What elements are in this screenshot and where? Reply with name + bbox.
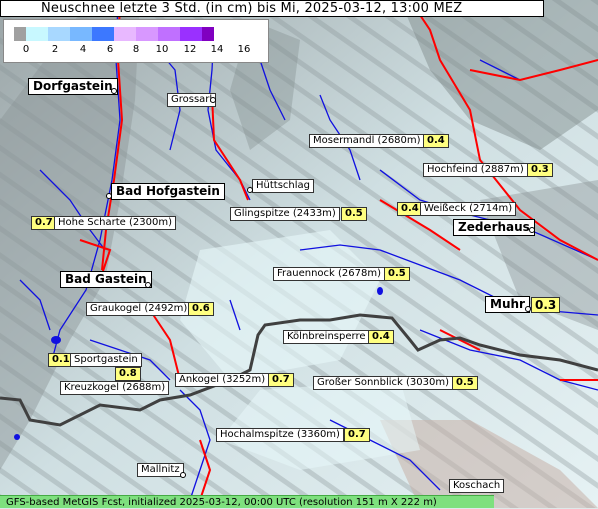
snow-value-hohe-scharte: 0.7 [31, 216, 57, 230]
place-label-koschach: Koschach [449, 479, 505, 493]
legend-cell [48, 27, 70, 41]
snow-value-koelnbreinsperre: 0.4 [368, 330, 394, 344]
place-label-glingspitze: Glingspitze (2433m) [230, 207, 340, 221]
location-marker [106, 193, 112, 199]
snow-value-hochfeind: 0.3 [527, 163, 553, 177]
location-marker [145, 282, 151, 288]
legend-cell [92, 27, 114, 41]
legend-cell [180, 27, 202, 41]
place-label-frauennock: Frauennock (2678m) [273, 267, 386, 281]
place-label-grosser-sonnblick: Großer Sonnblick (3030m) [313, 376, 454, 390]
legend: 0 2 4 6 8 10 12 14 16 [3, 19, 269, 63]
legend-tick: 16 [237, 44, 251, 55]
legend-tick: 4 [79, 44, 87, 55]
legend-tick: 14 [210, 44, 224, 55]
snow-value-glingspitze: 0.5 [341, 207, 367, 221]
legend-tick: 2 [51, 44, 59, 55]
place-label-ankogel: Ankogel (3252m) [175, 373, 270, 387]
place-label-huettschlag: Hüttschlag [252, 179, 314, 193]
place-label-hohe-scharte: Hohe Scharte (2300m) [54, 216, 176, 230]
place-label-weisseck: Weißeck (2714m) [420, 202, 517, 216]
snow-value-kreuzkogel: 0.8 [115, 367, 141, 381]
town-label-zederhaus: Zederhaus [453, 219, 535, 236]
legend-tick: 6 [106, 44, 114, 55]
snow-value-graukogel: 0.6 [188, 302, 214, 316]
location-marker [180, 472, 186, 478]
snow-value-mosermandl: 0.4 [423, 134, 449, 148]
legend-cell [202, 27, 214, 41]
location-marker [111, 88, 117, 94]
legend-cell [14, 27, 26, 41]
place-label-hochalmspitze: Hochalmspitze (3360m) [216, 428, 344, 442]
place-label-koelnbreinsperre: Kölnbreinsperre [283, 330, 370, 344]
snow-value-grosser-sonnblick: 0.5 [452, 376, 478, 390]
legend-cell [136, 27, 158, 41]
place-label-kreuzkogel: Kreuzkogel (2688m) [60, 381, 170, 395]
town-label-bad-hofgastein: Bad Hofgastein [111, 183, 225, 200]
footer-credit: GFS-based MetGIS Fcst, initialized 2025-… [0, 495, 494, 508]
legend-scale [14, 27, 214, 41]
legend-tick: 10 [155, 44, 169, 55]
legend-cell [26, 27, 48, 41]
snow-value-frauennock: 0.5 [384, 267, 410, 281]
legend-cell [114, 27, 136, 41]
snow-value-muhr: 0.3 [531, 297, 561, 313]
place-label-hochfeind: Hochfeind (2887m) [423, 163, 528, 177]
location-marker [210, 97, 216, 103]
place-label-graukogel: Graukogel (2492m) [86, 302, 192, 316]
town-label-muhr: Muhr [485, 296, 530, 313]
legend-tick: 12 [183, 44, 197, 55]
legend-cell [158, 27, 180, 41]
legend-tick: 0 [22, 44, 30, 55]
place-label-sportgastein: Sportgastein [70, 353, 142, 367]
location-marker [529, 227, 535, 233]
place-label-grossarl: Grossarl [167, 93, 217, 107]
town-label-bad-gastein: Bad Gastein [60, 271, 152, 288]
legend-cell [70, 27, 92, 41]
place-label-mallnitz: Mallnitz [137, 463, 184, 477]
snow-value-hochalmspitze: 0.7 [344, 428, 370, 442]
map-title-bar: Neuschnee letzte 3 Std. (in cm) bis Mi, … [0, 0, 544, 17]
map-title: Neuschnee letzte 3 Std. (in cm) bis Mi, … [41, 1, 463, 16]
snow-value-ankogel: 0.7 [268, 373, 294, 387]
snow-value-weisseck: 0.4 [397, 202, 423, 216]
place-label-mosermandl: Mosermandl (2680m) [309, 134, 425, 148]
town-label-dorfgastein: Dorfgastein [28, 78, 118, 95]
legend-tick: 8 [132, 44, 140, 55]
location-marker [247, 187, 253, 193]
